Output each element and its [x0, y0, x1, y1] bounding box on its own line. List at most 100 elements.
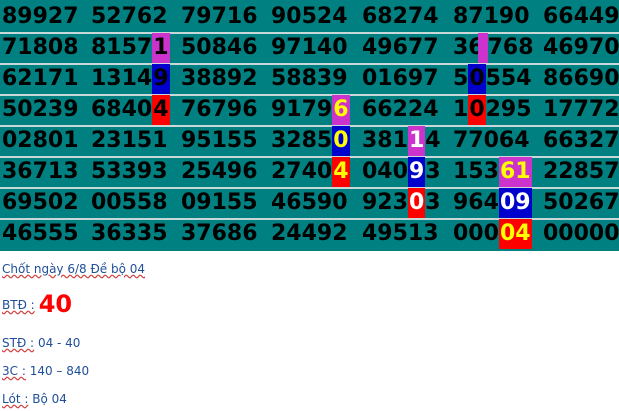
result-number: 90524: [271, 2, 348, 32]
result-number: 36713: [2, 157, 79, 187]
number-digits: 3285: [271, 128, 333, 153]
std-value: 04 - 40: [37, 336, 81, 350]
number-digits-after: 554: [485, 66, 532, 91]
highlighted-digits: 9: [407, 157, 426, 187]
result-number: 69502: [2, 188, 79, 218]
result-number: 92303: [362, 188, 441, 218]
btd-label: BTĐ :: [2, 298, 35, 312]
result-number: 76796: [181, 95, 258, 125]
number-digits: 923: [362, 190, 408, 215]
highlighted-digits: 61: [498, 157, 532, 187]
result-number: 27404: [271, 157, 350, 187]
number-digits: 040: [362, 159, 408, 184]
result-number: 81571: [91, 33, 170, 63]
result-number: 15361: [453, 157, 532, 187]
number-digits: 89927: [2, 4, 79, 29]
number-digits: 25496: [181, 159, 258, 184]
number-digits: 36713: [2, 159, 79, 184]
result-number: 22857: [543, 157, 619, 187]
number-digits: 8157: [91, 35, 153, 60]
result-number: 38114: [362, 126, 441, 156]
number-digits: 69502: [2, 190, 79, 215]
result-number: 13149: [91, 64, 170, 94]
result-number: 52762: [91, 2, 168, 32]
result-number: 77064: [453, 126, 530, 156]
number-digits: 000: [453, 221, 499, 246]
result-number: 00004: [453, 219, 532, 249]
result-number: 01697: [362, 64, 439, 94]
number-digits: 00558: [91, 190, 168, 215]
result-number: 23151: [91, 126, 168, 156]
result-number: 66224: [362, 95, 439, 125]
number-digits: 1314: [91, 66, 153, 91]
result-number: 49513: [362, 219, 439, 249]
result-row: 46555 36335 37686 24492 49513 00004 00000: [0, 219, 619, 249]
result-number: 68274: [362, 2, 439, 32]
result-number: 25496: [181, 157, 258, 187]
result-row: 50239 68404 76796 91796 66224 10295 17772: [0, 95, 619, 125]
number-digits: 1: [453, 97, 469, 122]
number-digits: 46970: [543, 35, 619, 60]
result-number: 62171: [2, 64, 79, 94]
highlighted-digits: 0: [407, 188, 426, 218]
result-number: 00000: [543, 219, 619, 249]
note-line-std: STĐ : 04 - 40: [2, 336, 80, 350]
number-digits-after: 4: [425, 128, 441, 153]
highlighted-digits: 9: [152, 64, 170, 94]
result-number: 53393: [91, 157, 168, 187]
result-row: 62171 13149 38892 58839 01697 50554 86690: [0, 64, 619, 94]
number-digits: 37686: [181, 221, 258, 246]
number-digits: 50267: [543, 190, 619, 215]
note-line-lot: Lót : Bộ 04: [2, 392, 67, 406]
c3-value: 140 – 840: [29, 364, 90, 378]
result-number: 68404: [91, 95, 170, 125]
result-number: 17772: [543, 95, 619, 125]
result-number: 36 768: [453, 33, 534, 63]
number-digits: 86690: [543, 66, 619, 91]
number-digits: 49677: [362, 35, 439, 60]
highlight-mark: [477, 33, 488, 63]
number-digits-after: 3: [425, 159, 441, 184]
number-digits: 9179: [271, 97, 333, 122]
result-number: 50239: [2, 95, 79, 125]
btd-value: 40: [38, 290, 73, 318]
number-digits: 23151: [91, 128, 168, 153]
number-digits: 90524: [271, 4, 348, 29]
highlighted-digits: 04: [498, 219, 532, 249]
number-digits: 09155: [181, 190, 258, 215]
number-digits-after: 295: [485, 97, 532, 122]
number-digits: 95155: [181, 128, 258, 153]
note-line-3c: 3C : 140 – 840: [2, 364, 89, 378]
highlighted-digits: 09: [498, 188, 532, 218]
highlighted-digits: 0: [332, 126, 350, 156]
note-chot-text: Chốt ngày 6/8 Đề bộ 04: [2, 262, 146, 276]
number-digits: 53393: [91, 159, 168, 184]
highlighted-digits: 4: [332, 157, 350, 187]
result-number: 49677: [362, 33, 439, 63]
result-number: 89927: [2, 2, 79, 32]
c3-label: 3C :: [2, 364, 26, 378]
highlighted-digits: 1: [407, 126, 426, 156]
std-label: STĐ :: [2, 336, 35, 350]
result-number: 86690: [543, 64, 619, 94]
number-digits: 36335: [91, 221, 168, 246]
number-digits: 22857: [543, 159, 619, 184]
result-number: 24492: [271, 219, 348, 249]
lot-label: Lót :: [2, 392, 29, 406]
result-number: 09155: [181, 188, 258, 218]
number-digits: 66224: [362, 97, 439, 122]
number-digits: 77064: [453, 128, 530, 153]
result-number: 50846: [181, 33, 258, 63]
note-line-chot: Chốt ngày 6/8 Đề bộ 04: [2, 262, 145, 276]
result-number: 36335: [91, 219, 168, 249]
result-number: 96409: [453, 188, 532, 218]
result-number: 66449: [543, 2, 619, 32]
number-digits: 5: [453, 66, 469, 91]
result-number: 97140: [271, 33, 348, 63]
number-digits: 964: [453, 190, 499, 215]
result-number: 04093: [362, 157, 441, 187]
result-number: 46555: [2, 219, 79, 249]
result-row: 36713 53393 25496 27404 04093 15361 22857: [0, 157, 619, 187]
number-digits: 49513: [362, 221, 439, 246]
result-number: 02801: [2, 126, 79, 156]
